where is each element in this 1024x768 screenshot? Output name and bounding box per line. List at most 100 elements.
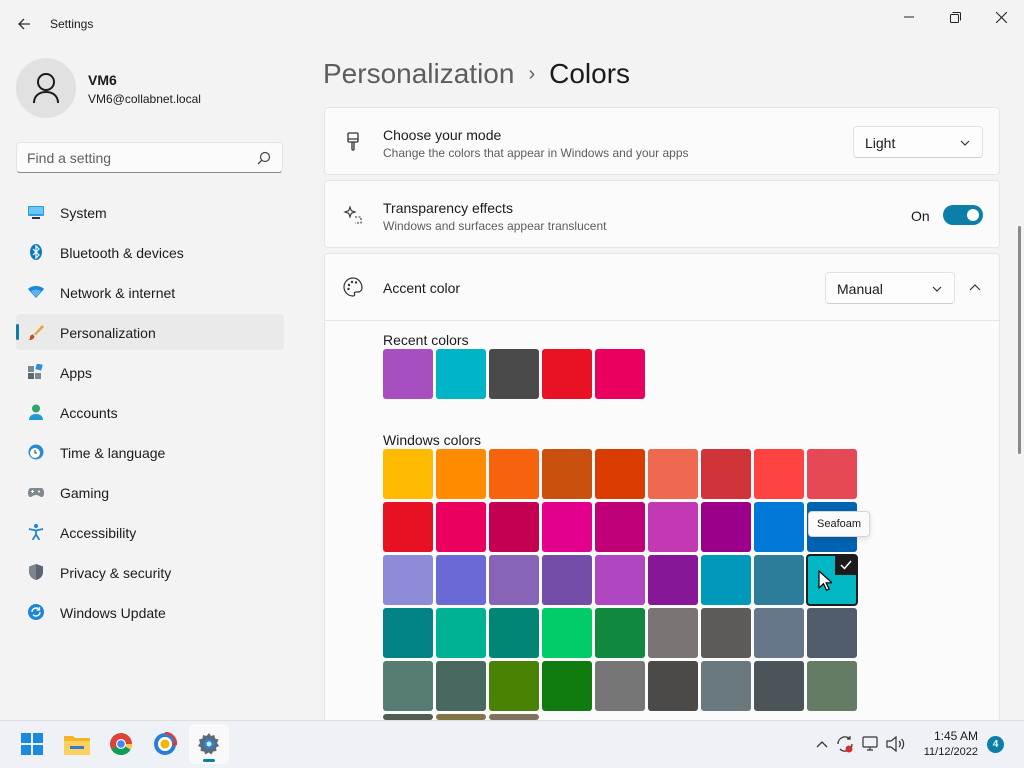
windows-color-swatch[interactable] xyxy=(383,502,433,552)
sidebar-item-label: Network & internet xyxy=(60,285,176,301)
minimize-button[interactable] xyxy=(886,4,932,30)
windows-color-swatch[interactable] xyxy=(595,449,645,499)
clock-date[interactable]: 11/12/2022 xyxy=(905,746,978,758)
notification-count-badge[interactable]: 4 xyxy=(987,736,1004,753)
transparency-toggle[interactable] xyxy=(943,205,983,225)
recent-color-swatch[interactable] xyxy=(383,349,433,399)
chevron-up-icon[interactable] xyxy=(969,282,981,294)
main-scrollbar[interactable] xyxy=(1018,226,1021,454)
windows-color-swatch[interactable] xyxy=(701,555,751,605)
windows-color-swatch[interactable] xyxy=(489,608,539,658)
start-button[interactable] xyxy=(12,724,52,764)
windows-color-swatch[interactable] xyxy=(595,608,645,658)
windows-color-swatch[interactable] xyxy=(489,449,539,499)
windows-color-swatch[interactable] xyxy=(754,608,804,658)
windows-color-swatch[interactable] xyxy=(436,449,486,499)
sidebar-item-gaming[interactable]: Gaming xyxy=(16,474,284,510)
search-box[interactable] xyxy=(16,142,283,173)
windows-color-swatch[interactable] xyxy=(806,554,858,606)
recent-color-swatch[interactable] xyxy=(436,349,486,399)
network-monitor-icon xyxy=(862,736,878,751)
back-arrow-icon xyxy=(18,18,30,30)
search-input[interactable] xyxy=(17,143,247,172)
windows-color-swatch[interactable] xyxy=(648,661,698,711)
windows-color-swatch[interactable] xyxy=(701,502,751,552)
windows-color-swatch[interactable] xyxy=(648,502,698,552)
windows-color-swatch[interactable] xyxy=(383,555,433,605)
windows-color-swatch[interactable] xyxy=(701,661,751,711)
windows-color-swatch[interactable] xyxy=(595,661,645,711)
sidebar-item-accessibility[interactable]: Accessibility xyxy=(16,514,284,550)
chevron-down-icon xyxy=(932,286,942,292)
windows-color-swatch[interactable] xyxy=(383,449,433,499)
clock-time[interactable]: 1:45 AM xyxy=(918,729,978,743)
windows-color-swatch[interactable] xyxy=(383,661,433,711)
file-explorer-icon xyxy=(64,736,90,755)
profile-email: VM6@collabnet.local xyxy=(88,92,201,106)
windows-color-swatch[interactable] xyxy=(383,608,433,658)
search-icon[interactable] xyxy=(256,150,272,166)
tray-overflow-button[interactable] xyxy=(812,734,832,754)
windows-color-swatch[interactable] xyxy=(754,661,804,711)
sidebar-item-label: Gaming xyxy=(60,485,110,501)
accent-dropdown[interactable]: Manual xyxy=(825,272,955,304)
mode-dropdown[interactable]: Light xyxy=(853,126,983,158)
transparency-state-label: On xyxy=(911,208,930,224)
windows-color-swatch[interactable] xyxy=(807,449,857,499)
tray-volume[interactable] xyxy=(886,734,906,754)
windows-color-swatch[interactable] xyxy=(436,608,486,658)
breadcrumb: Personalization › Colors xyxy=(323,58,630,90)
windows-color-swatch[interactable] xyxy=(489,555,539,605)
windows-color-swatch[interactable] xyxy=(595,502,645,552)
windows-color-swatch[interactable] xyxy=(701,449,751,499)
sidebar-item-accounts[interactable]: Accounts xyxy=(16,394,284,430)
maximize-button[interactable] xyxy=(932,4,978,30)
windows-color-swatch[interactable] xyxy=(436,661,486,711)
bluetooth-icon xyxy=(30,244,42,260)
windows-color-swatch[interactable] xyxy=(807,661,857,711)
windows-color-swatch[interactable] xyxy=(542,502,592,552)
windows-color-swatch[interactable] xyxy=(754,502,804,552)
sidebar-item-personalization[interactable]: Personalization xyxy=(16,314,284,350)
taskbar-settings[interactable] xyxy=(189,724,229,764)
sidebar-item-bluetooth[interactable]: Bluetooth & devices xyxy=(16,234,284,270)
taskbar-file-explorer[interactable] xyxy=(57,724,97,764)
transparency-title: Transparency effects xyxy=(383,200,513,216)
windows-color-swatch[interactable] xyxy=(595,555,645,605)
windows-color-swatch[interactable] xyxy=(807,608,857,658)
windows-color-swatch[interactable] xyxy=(648,449,698,499)
close-button[interactable] xyxy=(978,4,1024,30)
windows-color-swatch[interactable] xyxy=(436,555,486,605)
clock-globe-icon xyxy=(28,444,44,460)
close-icon xyxy=(995,11,1007,23)
windows-color-swatch[interactable] xyxy=(648,608,698,658)
taskbar-browser[interactable] xyxy=(145,724,185,764)
windows-color-swatch[interactable] xyxy=(542,449,592,499)
windows-color-swatch[interactable] xyxy=(701,608,751,658)
windows-color-swatch[interactable] xyxy=(489,661,539,711)
windows-color-swatch[interactable] xyxy=(489,502,539,552)
tray-sync-status[interactable] xyxy=(835,734,855,754)
windows-color-swatch[interactable] xyxy=(754,449,804,499)
sidebar-item-network[interactable]: Network & internet xyxy=(16,274,284,310)
sidebar-item-apps[interactable]: Apps xyxy=(16,354,284,390)
windows-color-swatch[interactable] xyxy=(542,661,592,711)
recent-color-swatch[interactable] xyxy=(542,349,592,399)
sidebar-item-time-language[interactable]: Time & language xyxy=(16,434,284,470)
windows-color-swatch[interactable] xyxy=(436,502,486,552)
sidebar-item-windows-update[interactable]: Windows Update xyxy=(16,594,284,630)
tray-network[interactable] xyxy=(861,734,881,754)
windows-color-swatch[interactable] xyxy=(542,555,592,605)
windows-color-swatch[interactable] xyxy=(754,555,804,605)
accent-color-header[interactable]: Accent color Manual xyxy=(325,254,999,321)
recent-color-swatch[interactable] xyxy=(489,349,539,399)
paintbrush-outline-icon xyxy=(347,132,359,151)
windows-color-swatch[interactable] xyxy=(648,555,698,605)
recent-color-swatch[interactable] xyxy=(595,349,645,399)
back-button[interactable] xyxy=(12,12,36,36)
windows-color-swatch[interactable] xyxy=(542,608,592,658)
breadcrumb-parent[interactable]: Personalization xyxy=(323,58,514,89)
taskbar-chrome[interactable] xyxy=(101,724,141,764)
sidebar-item-privacy-security[interactable]: Privacy & security xyxy=(16,554,284,590)
sidebar-item-system[interactable]: System xyxy=(16,194,284,230)
